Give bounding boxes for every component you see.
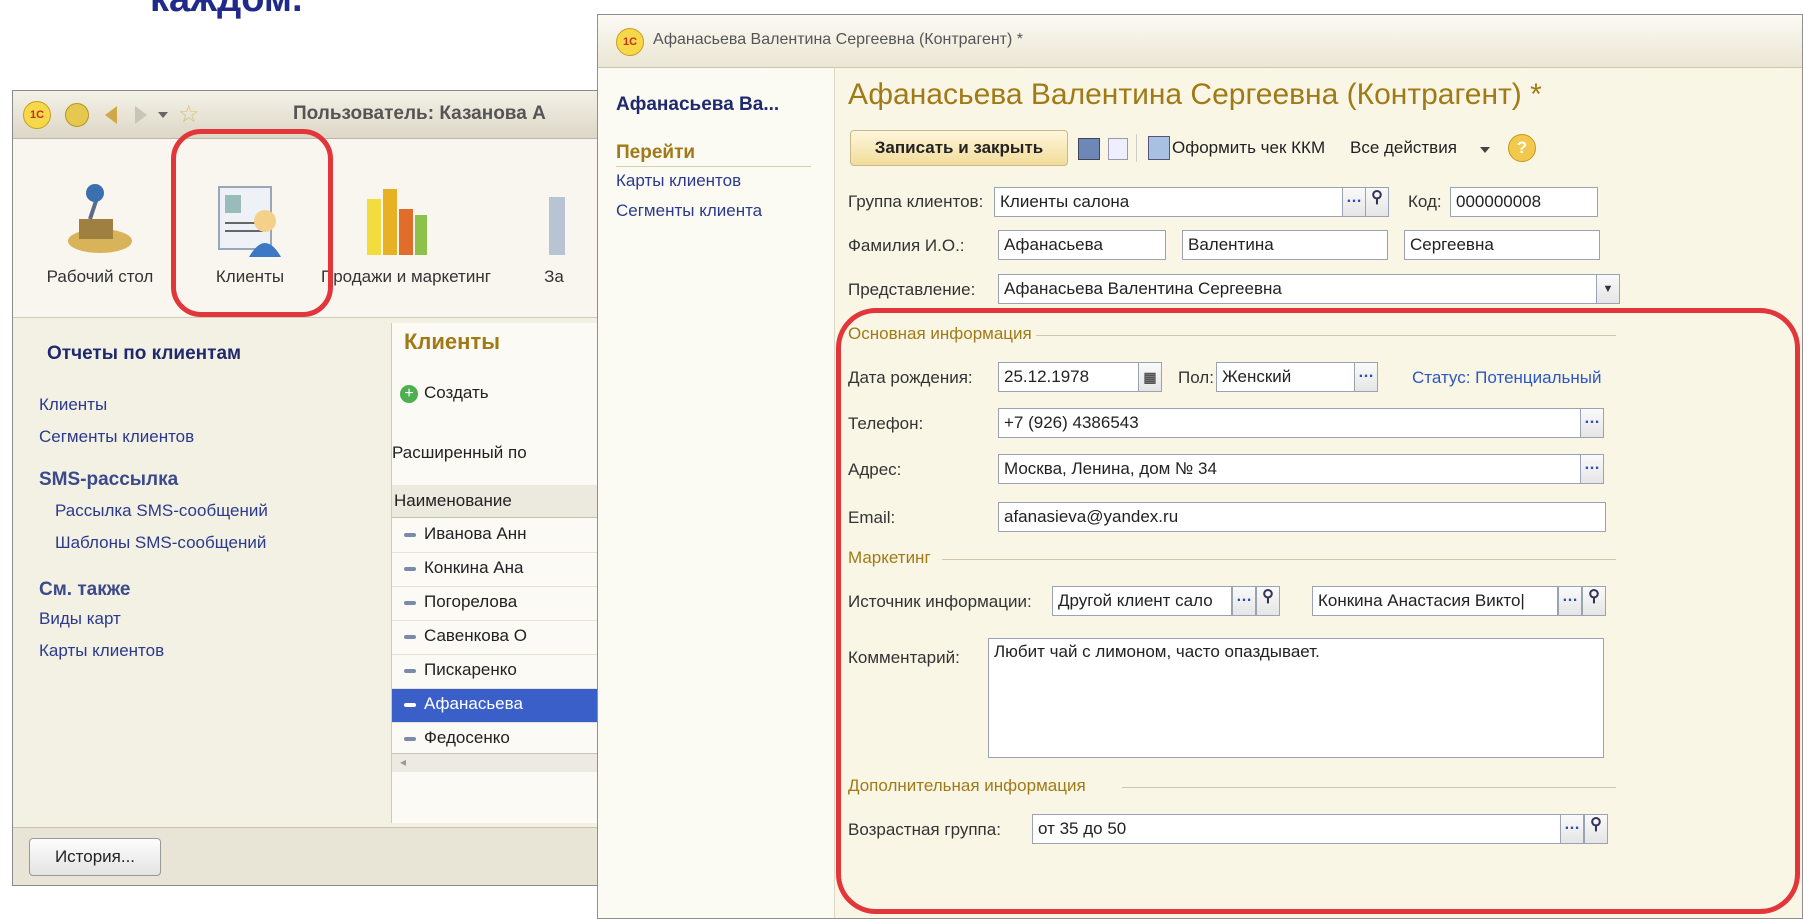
main-window-title: Пользователь: Казанова А xyxy=(293,103,546,124)
table-row[interactable]: Погорелова xyxy=(392,587,621,621)
save-icon[interactable] xyxy=(1078,138,1100,160)
history-dropdown-icon[interactable] xyxy=(158,112,168,118)
sms-header: SMS-рассылка xyxy=(39,469,179,490)
nav-link-card-types[interactable]: Виды карт xyxy=(39,609,121,629)
group-field[interactable]: Клиенты салона xyxy=(994,187,1344,217)
clients-list-title: Клиенты xyxy=(404,329,501,354)
clients-list-panel: Клиенты + Создать Расширенный по Наимено… xyxy=(391,323,621,823)
nav-link-client-segments[interactable]: Сегменты клиентов xyxy=(39,427,194,447)
document-icon[interactable] xyxy=(1108,138,1128,160)
forward-arrow-icon[interactable] xyxy=(135,106,147,124)
group-label: Группа клиентов: xyxy=(848,192,984,211)
group-select-button[interactable]: … xyxy=(1342,187,1366,217)
code-field[interactable]: 000000008 xyxy=(1450,187,1598,217)
row-marker-icon xyxy=(404,567,416,571)
favorites-star-icon[interactable]: ☆ xyxy=(178,100,200,129)
all-actions-button[interactable]: Все действия xyxy=(1350,138,1457,158)
info-highlight-outline xyxy=(836,308,1800,914)
nav-link-sms-templates[interactable]: Шаблоны SMS-сообщений xyxy=(55,533,266,553)
sales-chart-icon xyxy=(367,189,427,255)
goto-header: Перейти xyxy=(616,142,696,163)
nav-link-clients[interactable]: Клиенты xyxy=(39,395,107,415)
row-marker-icon xyxy=(404,669,416,673)
scroll-left-icon[interactable]: ◂ xyxy=(400,755,406,769)
receipt-icon[interactable] xyxy=(1148,136,1170,160)
table-row[interactable]: Афанасьева xyxy=(392,689,621,723)
presentation-field[interactable]: Афанасьева Валентина Сергеевна xyxy=(998,274,1598,304)
table-row[interactable]: Федосенко xyxy=(392,723,621,757)
horizontal-scrollbar[interactable]: ◂ xyxy=(392,753,621,772)
form-window-title: Афанасьева Валентина Сергеевна (Контраге… xyxy=(653,31,1023,48)
form-titlebar: 1C Афанасьева Валентина Сергеевна (Контр… xyxy=(598,15,1802,68)
1c-logo-icon[interactable]: 1C xyxy=(23,101,51,129)
row-marker-icon xyxy=(404,703,416,707)
back-arrow-icon[interactable] xyxy=(105,106,117,124)
form-main: Афанасьева Валентина Сергеевна (Контраге… xyxy=(836,68,1802,918)
last-name-field[interactable]: Афанасьева xyxy=(998,230,1166,260)
clients-highlight-outline xyxy=(171,129,333,317)
create-button-label: Создать xyxy=(424,383,489,402)
all-actions-dropdown-icon[interactable] xyxy=(1480,147,1490,153)
column-name-header[interactable]: Наименование xyxy=(394,491,512,511)
reports-header: Отчеты по клиентам xyxy=(47,343,242,364)
row-name: Иванова Анн xyxy=(424,524,527,543)
first-name-field[interactable]: Валентина xyxy=(1182,230,1388,260)
goto-link-client-segments[interactable]: Сегменты клиента xyxy=(616,201,762,221)
section-desktop[interactable]: Рабочий стол xyxy=(25,139,175,317)
toolbar-divider xyxy=(1136,134,1137,162)
section-desktop-label: Рабочий стол xyxy=(46,267,154,286)
nav-link-sms-mailing[interactable]: Рассылка SMS-сообщений xyxy=(55,501,268,521)
row-name: Афанасьева xyxy=(424,694,523,713)
help-icon[interactable]: ? xyxy=(1508,134,1536,162)
history-button[interactable]: История... xyxy=(29,838,161,876)
main-window: 1C ☆ Пользователь: Казанова А Рабочий ст… xyxy=(12,90,622,886)
middle-name-field[interactable]: Сергеевна xyxy=(1404,230,1600,260)
row-name: Пискаренко xyxy=(424,660,517,679)
table-header: Наименование xyxy=(392,485,621,518)
history-bar: История... xyxy=(13,827,621,885)
row-marker-icon xyxy=(404,737,416,741)
row-marker-icon xyxy=(404,533,416,537)
section-sales[interactable]: Продажи и маркетинг xyxy=(321,139,491,317)
section-sales-label: Продажи и маркетинг xyxy=(321,267,491,286)
plus-icon: + xyxy=(400,385,418,403)
nav-link-client-cards[interactable]: Карты клиентов xyxy=(39,641,164,661)
row-name: Федосенко xyxy=(424,728,510,747)
create-button[interactable]: + Создать xyxy=(400,381,600,409)
client-form-window: 1C Афанасьева Валентина Сергеевна (Контр… xyxy=(597,14,1803,919)
save-and-close-button[interactable]: Записать и закрыть xyxy=(850,130,1068,166)
row-marker-icon xyxy=(404,635,416,639)
clients-table: Иванова Анн Конкина Ана Погорелова Савенков… xyxy=(392,519,621,757)
presentation-dropdown-icon[interactable]: ▼ xyxy=(1596,274,1620,304)
goto-link-client-cards[interactable]: Карты клиентов xyxy=(616,171,741,191)
stock-icon xyxy=(549,197,565,255)
table-row[interactable]: Иванова Анн xyxy=(392,519,621,553)
goto-divider xyxy=(616,166,811,167)
row-name: Савенкова О xyxy=(424,626,527,645)
presentation-label: Представление: xyxy=(848,280,976,299)
see-also-header: См. также xyxy=(39,579,131,600)
clients-nav-panel: Отчеты по клиентам Клиенты Сегменты клие… xyxy=(13,319,383,829)
advanced-search-label: Расширенный по xyxy=(392,443,527,462)
desk-lamp-icon xyxy=(68,184,132,253)
code-label: Код: xyxy=(1408,192,1442,211)
form-title: Афанасьева Валентина Сергеевна (Контраге… xyxy=(848,78,1542,111)
menu-dropdown-icon[interactable] xyxy=(65,103,89,127)
heading-fragment: каждом. xyxy=(150,0,303,21)
table-row[interactable]: Конкина Ана xyxy=(392,553,621,587)
form-nav-name: Афанасьева Ва... xyxy=(616,94,780,115)
row-marker-icon xyxy=(404,601,416,605)
1c-logo-icon-form[interactable]: 1C xyxy=(616,28,644,56)
form-nav-panel: Афанасьева Ва... Перейти Карты клиентов … xyxy=(598,68,835,918)
kkm-receipt-button[interactable]: Оформить чек ККМ xyxy=(1172,138,1325,158)
row-name: Конкина Ана xyxy=(424,558,524,577)
fio-label: Фамилия И.О.: xyxy=(848,236,965,255)
row-name: Погорелова xyxy=(424,592,518,611)
table-row[interactable]: Савенкова О xyxy=(392,621,621,655)
table-row[interactable]: Пискаренко xyxy=(392,655,621,689)
group-search-icon[interactable]: ⚲ xyxy=(1365,187,1389,217)
